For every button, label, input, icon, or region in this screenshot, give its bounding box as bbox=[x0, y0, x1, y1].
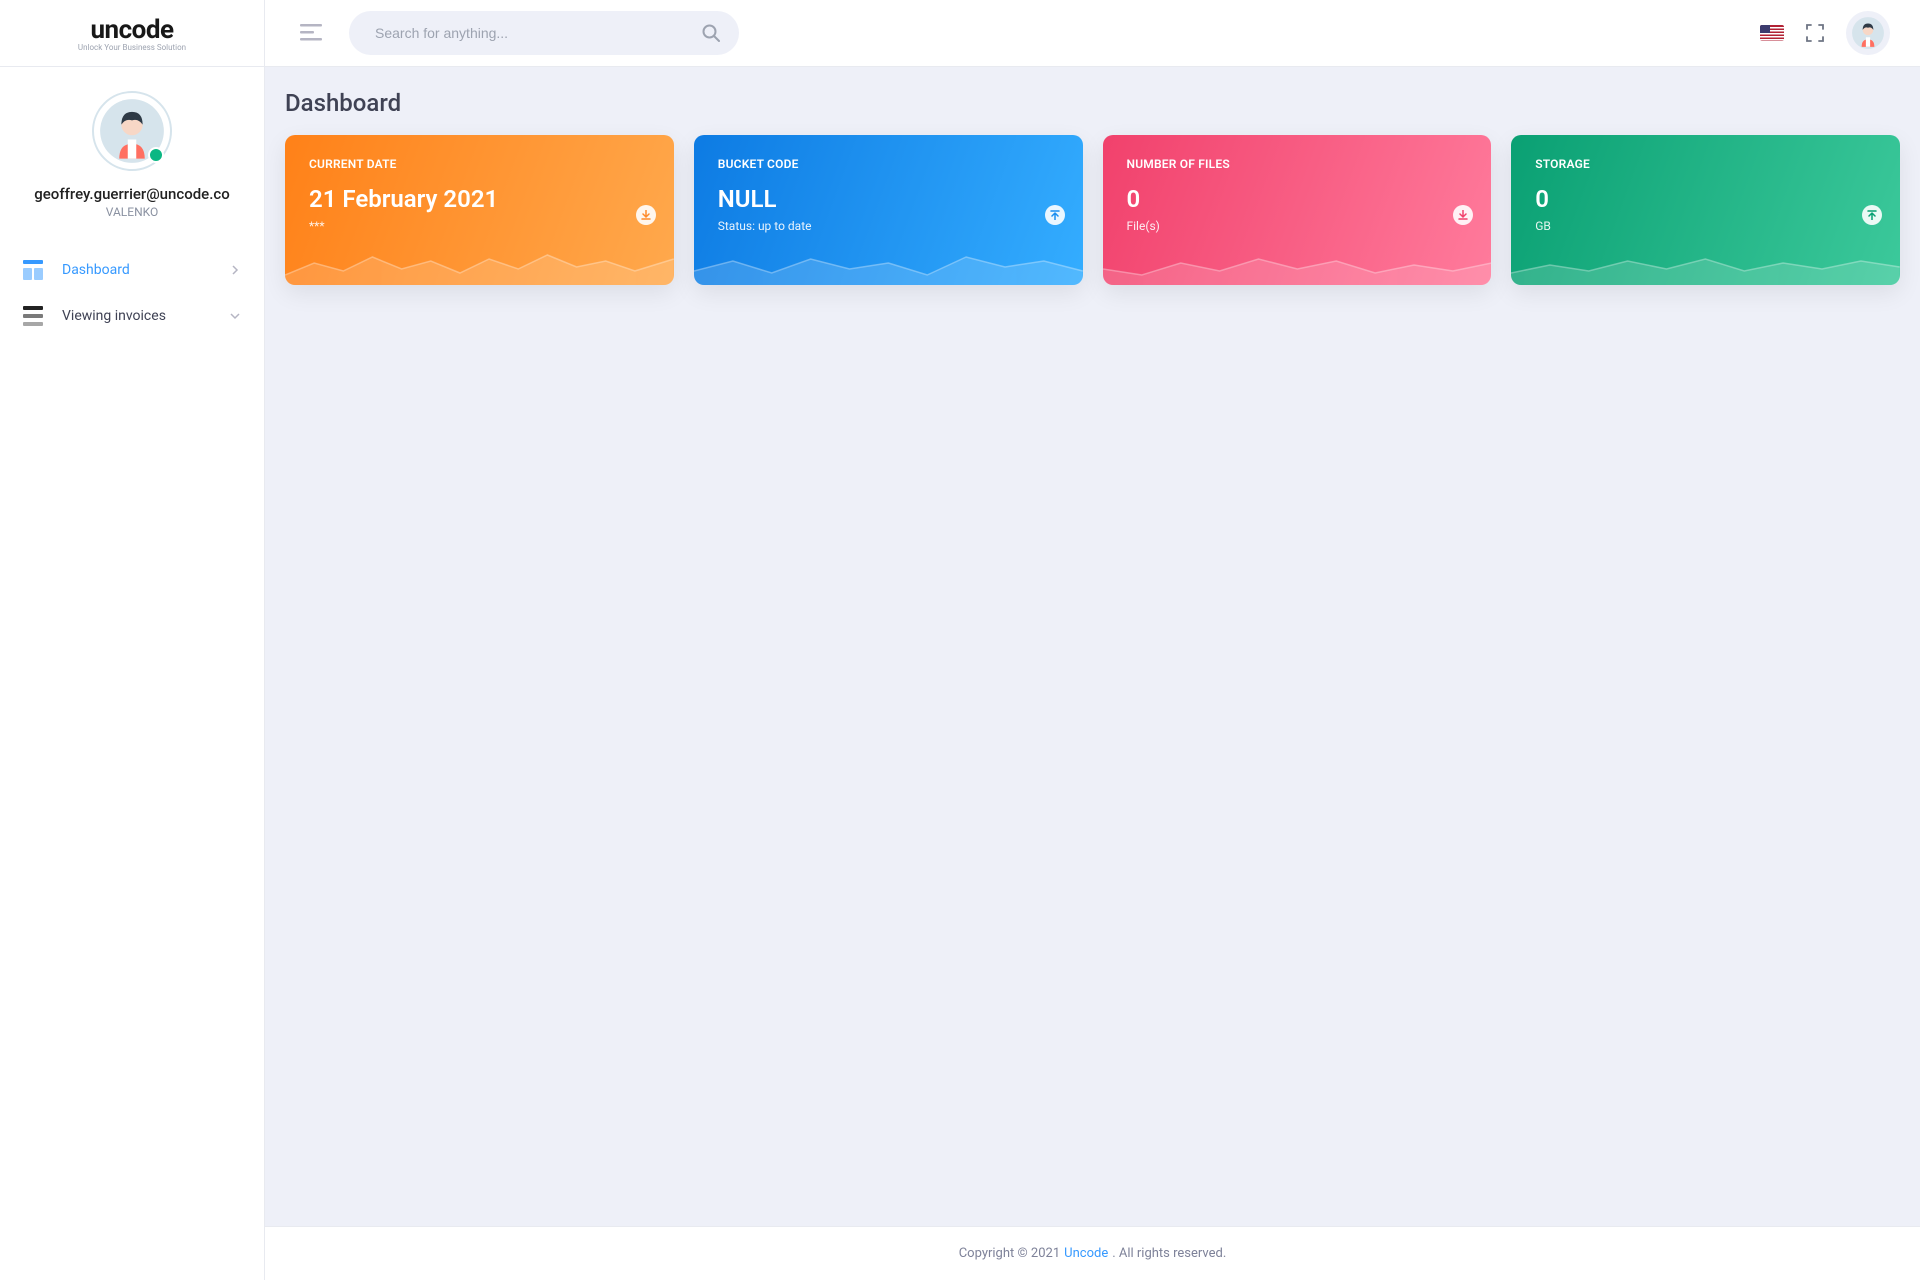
chevron-right-icon bbox=[228, 263, 242, 277]
header bbox=[265, 0, 1920, 67]
download-icon bbox=[641, 210, 651, 220]
page-title: Dashboard bbox=[265, 67, 1920, 135]
sidebar-item-label: Dashboard bbox=[62, 262, 130, 278]
card-action-download[interactable] bbox=[1453, 205, 1473, 225]
logo-text: uncode bbox=[90, 15, 173, 45]
card-action-download[interactable] bbox=[636, 205, 656, 225]
avatar-icon bbox=[1851, 16, 1885, 50]
card-sub: File(s) bbox=[1127, 219, 1468, 233]
card-label: CURRENT DATE bbox=[309, 157, 650, 171]
summary-cards: CURRENT DATE 21 February 2021 *** BUCKET… bbox=[265, 135, 1920, 285]
sidebar-item-dashboard[interactable]: Dashboard bbox=[0, 247, 264, 293]
card-number-of-files: NUMBER OF FILES 0 File(s) bbox=[1103, 135, 1492, 285]
sidebar: uncode Unlock Your Business Solution geo… bbox=[0, 0, 265, 1280]
card-action-upload[interactable] bbox=[1862, 205, 1882, 225]
footer-suffix: . All rights reserved. bbox=[1112, 1246, 1226, 1261]
card-bucket-code: BUCKET CODE NULL Status: up to date bbox=[694, 135, 1083, 285]
invoices-icon bbox=[22, 305, 44, 327]
sparkline bbox=[1511, 241, 1900, 285]
card-sub: GB bbox=[1535, 219, 1876, 233]
main-content: Dashboard CURRENT DATE 21 February 2021 … bbox=[265, 67, 1920, 1280]
sparkline bbox=[285, 241, 674, 285]
card-sub: *** bbox=[309, 219, 650, 233]
card-value: NULL bbox=[718, 185, 1059, 213]
card-label: BUCKET CODE bbox=[718, 157, 1059, 171]
hamburger-icon bbox=[300, 24, 322, 42]
chevron-down-icon bbox=[228, 309, 242, 323]
sparkline bbox=[1103, 241, 1492, 285]
card-storage: STORAGE 0 GB bbox=[1511, 135, 1900, 285]
sidebar-item-label: Viewing invoices bbox=[62, 308, 166, 324]
card-value: 21 February 2021 bbox=[309, 185, 650, 213]
upload-icon bbox=[1867, 210, 1877, 220]
user-avatar-button[interactable] bbox=[1846, 11, 1890, 55]
sidebar-nav: Dashboard Viewing invoices bbox=[0, 237, 264, 349]
card-value: 0 bbox=[1535, 185, 1876, 213]
card-current-date: CURRENT DATE 21 February 2021 *** bbox=[285, 135, 674, 285]
card-action-upload[interactable] bbox=[1045, 205, 1065, 225]
search-icon[interactable] bbox=[701, 23, 721, 43]
download-icon bbox=[1458, 210, 1468, 220]
dashboard-icon bbox=[22, 259, 44, 281]
logo[interactable]: uncode Unlock Your Business Solution bbox=[0, 0, 264, 67]
menu-toggle-button[interactable] bbox=[291, 13, 331, 53]
profile-company: VALENKO bbox=[106, 205, 158, 219]
card-label: NUMBER OF FILES bbox=[1127, 157, 1468, 171]
card-value: 0 bbox=[1127, 185, 1468, 213]
fullscreen-icon bbox=[1806, 24, 1824, 42]
header-actions bbox=[1760, 11, 1900, 55]
status-online-icon bbox=[148, 147, 164, 163]
sparkline bbox=[694, 241, 1083, 285]
avatar[interactable] bbox=[92, 91, 172, 171]
card-label: STORAGE bbox=[1535, 157, 1876, 171]
search-input[interactable] bbox=[349, 11, 739, 55]
footer-brand-link[interactable]: Uncode bbox=[1064, 1246, 1108, 1261]
upload-icon bbox=[1050, 210, 1060, 220]
fullscreen-button[interactable] bbox=[1804, 22, 1826, 44]
profile-block: geoffrey.guerrier@uncode.co VALENKO bbox=[0, 67, 264, 237]
card-sub: Status: up to date bbox=[718, 219, 1059, 233]
language-flag-us[interactable] bbox=[1760, 25, 1784, 41]
profile-email: geoffrey.guerrier@uncode.co bbox=[34, 185, 229, 203]
sidebar-item-viewing-invoices[interactable]: Viewing invoices bbox=[0, 293, 264, 339]
search-wrap bbox=[349, 11, 739, 55]
footer: Copyright © 2021 Uncode . All rights res… bbox=[265, 1226, 1920, 1280]
logo-subtitle: Unlock Your Business Solution bbox=[78, 43, 186, 52]
footer-prefix: Copyright © 2021 bbox=[959, 1246, 1060, 1261]
